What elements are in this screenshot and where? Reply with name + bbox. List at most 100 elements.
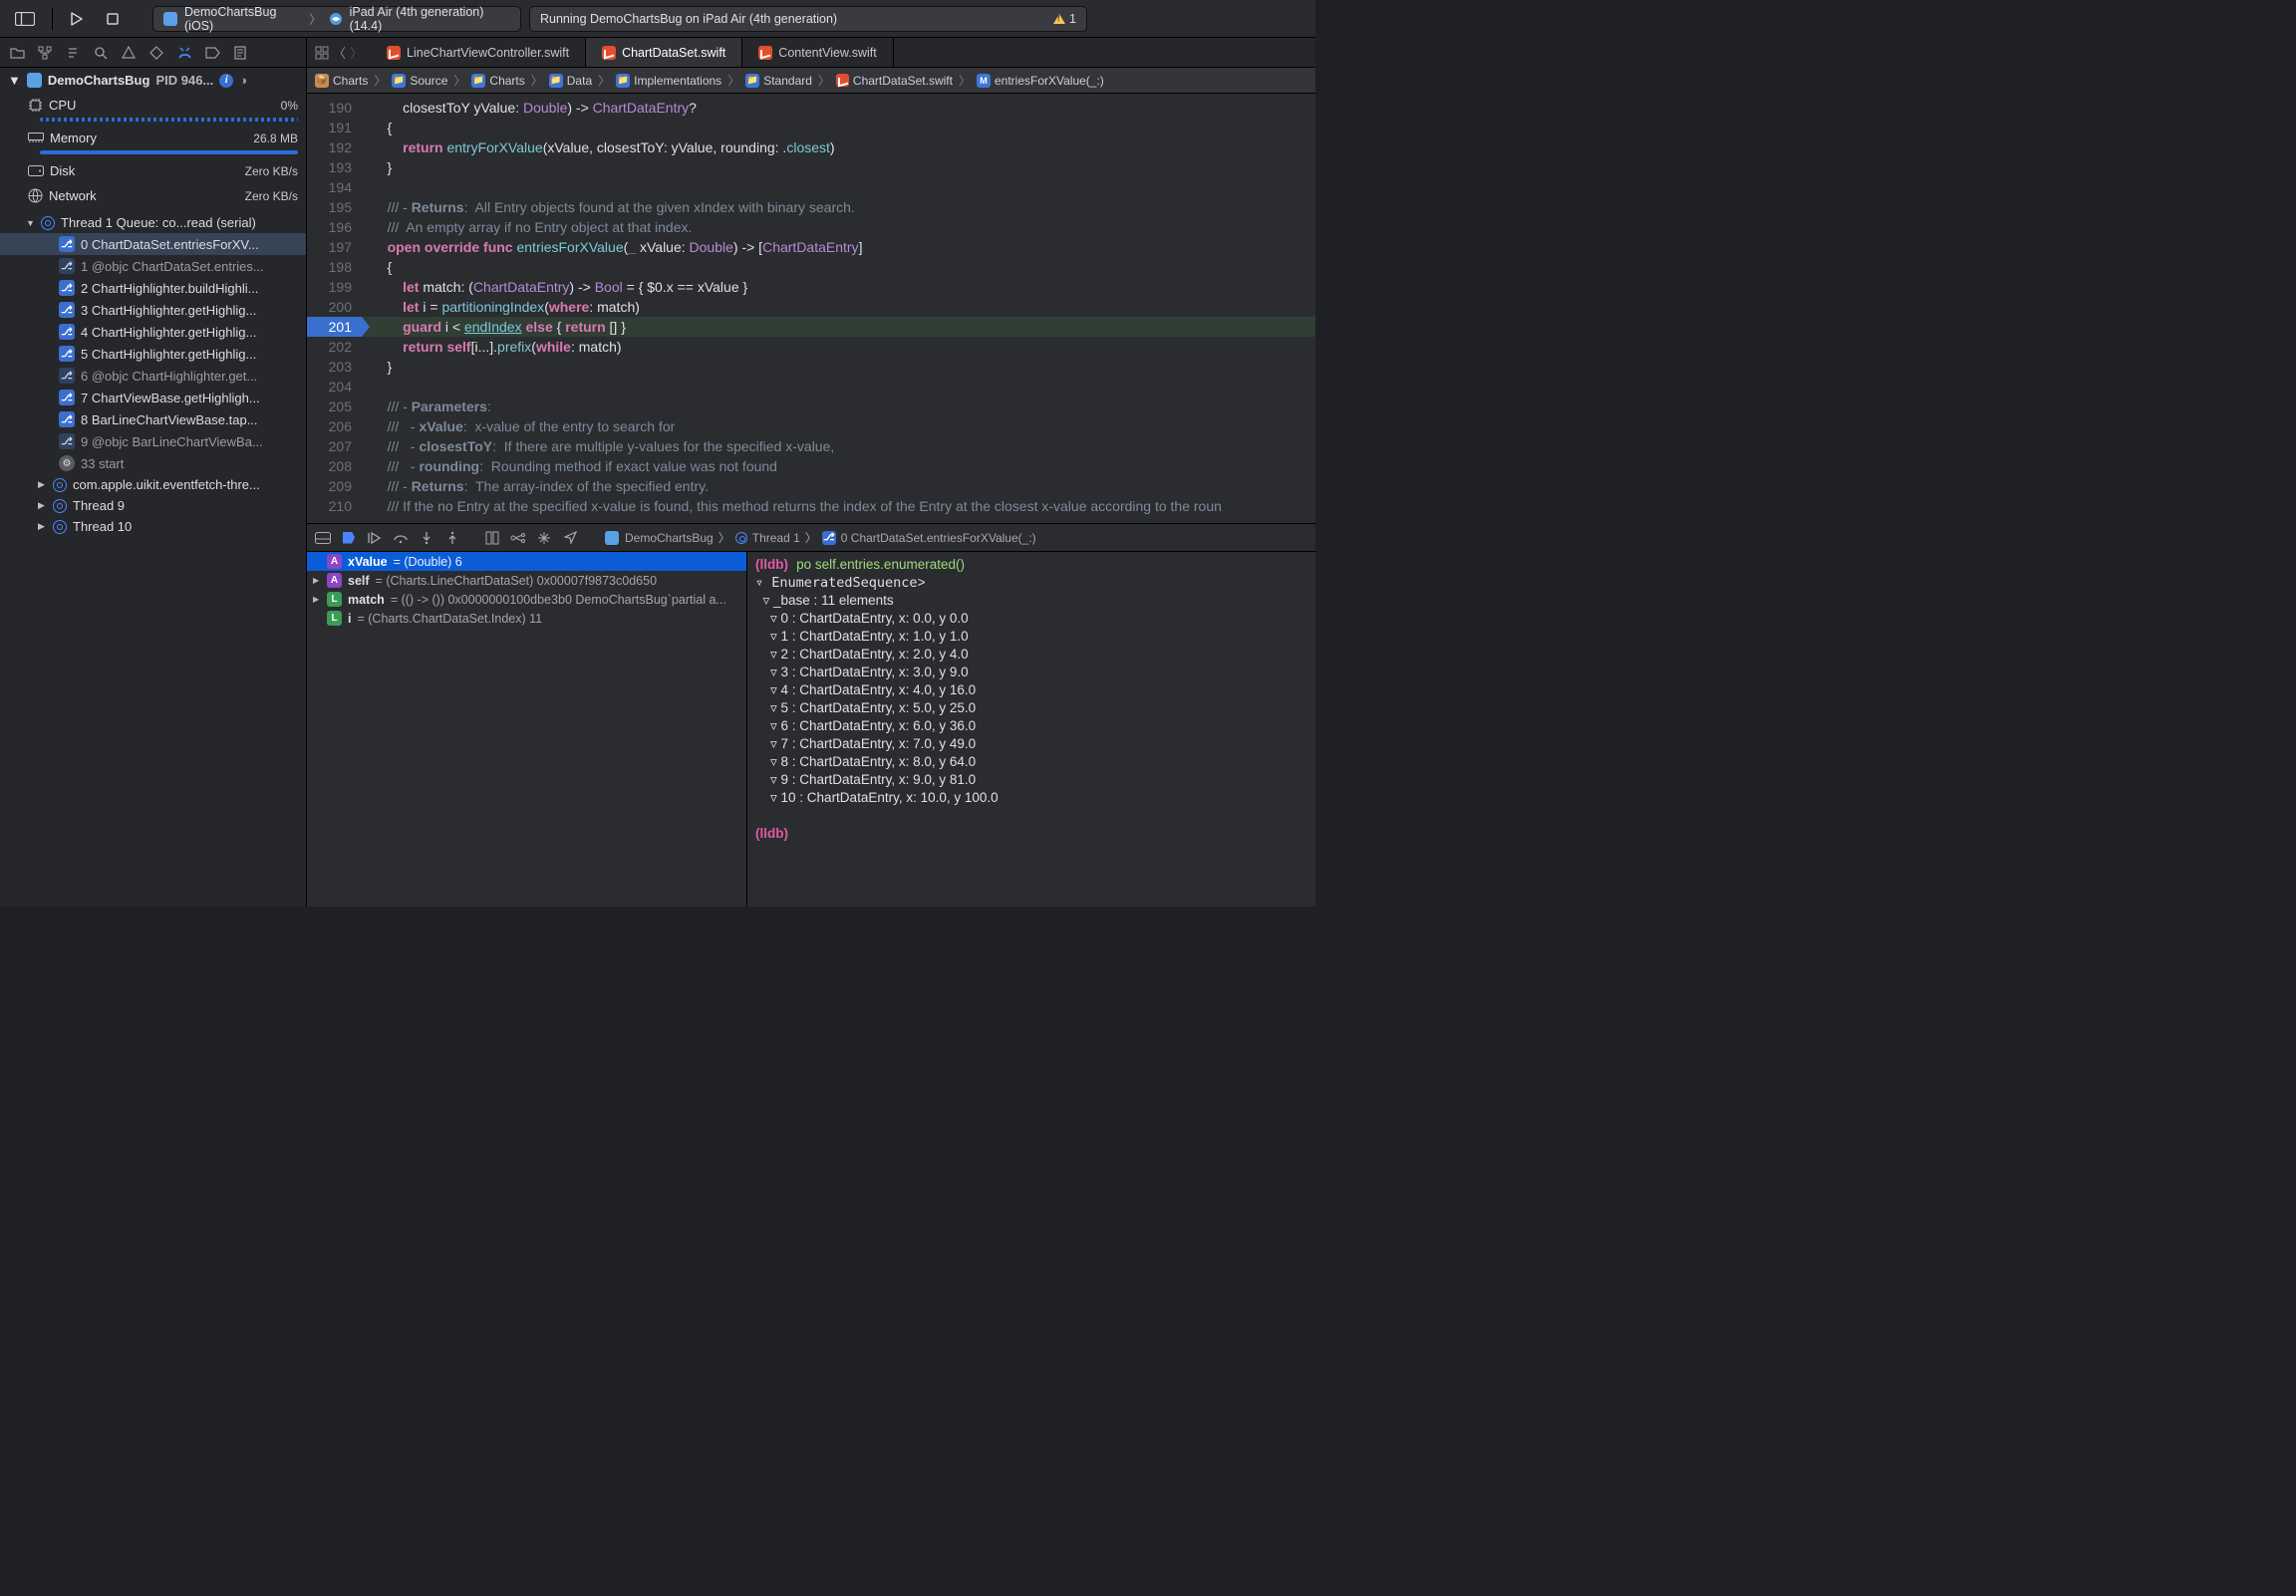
find-nav-icon[interactable] — [92, 44, 110, 62]
code-editor[interactable]: 1901911921931941951961971981992002012022… — [307, 94, 1315, 523]
step-over-button[interactable] — [393, 530, 409, 546]
editor-tab[interactable]: ChartDataSet.swift — [586, 38, 742, 67]
bc-frame: 0 ChartDataSet.entriesForXValue(_:) — [841, 531, 1036, 545]
frame-icon: ⎇ — [59, 302, 75, 318]
thread-row[interactable]: ▶ Thread 10 — [0, 516, 306, 537]
options-icon[interactable]: ◑ — [239, 73, 247, 88]
jumpbar-item[interactable]: ChartDataSet.swift — [853, 74, 953, 88]
step-into-button[interactable] — [419, 530, 434, 546]
folder-nav-icon[interactable] — [8, 44, 26, 62]
thread-row[interactable]: ▼ Thread 1 Queue: co...read (serial) — [0, 212, 306, 233]
related-items-icon[interactable] — [315, 46, 329, 60]
editor-tab[interactable]: LineChartViewController.swift — [371, 38, 586, 67]
source-control-icon[interactable] — [36, 44, 54, 62]
run-button[interactable] — [63, 7, 91, 31]
environment-icon[interactable] — [536, 530, 552, 546]
memory-graph-icon[interactable] — [510, 530, 526, 546]
stack-frame-row[interactable]: ▶⎇4 ChartHighlighter.getHighlig... — [0, 321, 306, 343]
metric-label: CPU — [49, 98, 76, 113]
jumpbar-item[interactable]: Charts — [333, 74, 368, 88]
issue-nav-icon[interactable] — [120, 44, 138, 62]
scheme-label: DemoChartsBug (iOS) — [184, 5, 302, 33]
frame-icon: ⎇ — [59, 411, 75, 427]
stack-frame-row[interactable]: ▶⎇9 @objc BarLineChartViewBa... — [0, 430, 306, 452]
stack-frame-row[interactable]: ▶⎇0 ChartDataSet.entriesForXV... — [0, 233, 306, 255]
status-text: Running DemoChartsBug on iPad Air (4th g… — [540, 12, 837, 26]
stack-frame-row[interactable]: ▶⎇2 ChartHighlighter.buildHighli... — [0, 277, 306, 299]
frame-label: 2 ChartHighlighter.buildHighli... — [81, 281, 258, 296]
hide-debug-icon[interactable] — [315, 530, 331, 546]
debug-breadcrumb[interactable]: DemoChartsBug〉 Thread 1〉 ⎇ 0 ChartDataSe… — [604, 529, 1036, 546]
disk-metric[interactable]: Disk Zero KB/s — [0, 158, 306, 183]
debug-navigator: ▼ DemoChartsBug PID 946... i ◑ CPU 0% Me… — [0, 38, 307, 907]
bc-thread: Thread 1 — [752, 531, 800, 545]
stop-button[interactable] — [99, 7, 127, 31]
jumpbar-item[interactable]: Standard — [763, 74, 812, 88]
gear-icon: ⚙ — [59, 455, 75, 471]
warning-indicator[interactable]: 1 — [1053, 12, 1076, 26]
variable-row[interactable]: Li = (Charts.ChartDataSet.Index) 11 — [307, 609, 746, 628]
network-icon — [28, 188, 43, 203]
stack-frame-row[interactable]: ▶⎇6 @objc ChartHighlighter.get... — [0, 365, 306, 387]
jumpbar-item[interactable]: Data — [567, 74, 592, 88]
scheme-selector[interactable]: DemoChartsBug (iOS) 〉 iPad Air (4th gene… — [152, 6, 521, 32]
variable-row[interactable]: ▶Aself = (Charts.LineChartDataSet) 0x000… — [307, 571, 746, 590]
memory-metric[interactable]: Memory 26.8 MB — [0, 126, 306, 150]
debug-nav-icon[interactable] — [175, 44, 193, 62]
jumpbar-item[interactable]: Implementations — [634, 74, 721, 88]
stack-frame-row[interactable]: ▶⎇5 ChartHighlighter.getHighlig... — [0, 343, 306, 365]
stack-frame-row[interactable]: ▶⎇8 BarLineChartViewBase.tap... — [0, 408, 306, 430]
test-nav-icon[interactable] — [147, 44, 165, 62]
symbol-nav-icon[interactable] — [64, 44, 82, 62]
variable-row[interactable]: AxValue = (Double) 6 — [307, 552, 746, 571]
jumpbar-item[interactable]: Source — [410, 74, 447, 88]
step-out-button[interactable] — [444, 530, 460, 546]
disclosure-icon[interactable]: ▶ — [313, 595, 321, 604]
process-name: DemoChartsBug — [48, 73, 150, 88]
report-nav-icon[interactable] — [231, 44, 249, 62]
jumpbar-item[interactable]: entriesForXValue(_:) — [995, 74, 1104, 88]
breakpoint-nav-icon[interactable] — [203, 44, 221, 62]
sidebar-toggle-button[interactable] — [8, 7, 42, 31]
folder-icon: 📁 — [471, 74, 485, 88]
network-metric[interactable]: Network Zero KB/s — [0, 183, 306, 208]
view-debug-icon[interactable] — [484, 530, 500, 546]
info-icon[interactable]: i — [219, 74, 233, 88]
frame-icon: ⎇ — [59, 433, 75, 449]
editor-tabs: 〈 〉 LineChartViewController.swift ChartD… — [307, 38, 1315, 68]
swift-icon — [602, 46, 616, 60]
variables-view[interactable]: AxValue = (Double) 6▶Aself = (Charts.Lin… — [307, 552, 747, 907]
back-button[interactable]: 〈 — [333, 43, 346, 62]
stack-frame-row[interactable]: ▶⎇1 @objc ChartDataSet.entries... — [0, 255, 306, 277]
breakpoint-toggle[interactable] — [341, 530, 357, 546]
swift-icon — [758, 46, 772, 60]
activity-status[interactable]: Running DemoChartsBug on iPad Air (4th g… — [529, 6, 1087, 32]
process-header[interactable]: ▼ DemoChartsBug PID 946... i ◑ — [0, 68, 306, 93]
var-name: i — [348, 612, 351, 626]
thread-row[interactable]: ▶ com.apple.uikit.eventfetch-thre... — [0, 474, 306, 495]
stack-frame-row[interactable]: ▶⎇3 ChartHighlighter.getHighlig... — [0, 299, 306, 321]
cpu-metric[interactable]: CPU 0% — [0, 93, 306, 118]
stack-frame-row[interactable]: ▶⚙33 start — [0, 452, 306, 474]
stack-frame-row[interactable]: ▶⎇7 ChartViewBase.getHighligh... — [0, 387, 306, 408]
disclosure-icon[interactable]: ▶ — [313, 576, 321, 585]
editor-tab[interactable]: ContentView.swift — [742, 38, 893, 67]
disclosure-icon[interactable]: ▼ — [8, 73, 21, 88]
location-icon[interactable] — [562, 530, 578, 546]
forward-button[interactable]: 〉 — [350, 43, 363, 62]
continue-button[interactable] — [367, 530, 383, 546]
frame-label: 33 start — [81, 456, 124, 471]
jumpbar-item[interactable]: Charts — [489, 74, 524, 88]
thread-row[interactable]: ▶ Thread 9 — [0, 495, 306, 516]
code-content[interactable]: closestToY yValue: Double) -> ChartDataE… — [362, 94, 1315, 523]
separator — [52, 8, 53, 30]
tab-label: LineChartViewController.swift — [407, 46, 569, 60]
lldb-console[interactable]: (lldb) po self.entries.enumerated() ▿ En… — [747, 552, 1315, 907]
frame-label: 9 @objc BarLineChartViewBa... — [81, 434, 263, 449]
var-name: self — [348, 574, 370, 588]
jump-bar[interactable]: 📦 Charts〉 📁 Source〉 📁 Charts〉 📁 Data〉 📁 … — [307, 68, 1315, 94]
variable-row[interactable]: ▶Lmatch = (() -> ()) 0x0000000100dbe3b0 … — [307, 590, 746, 609]
folder-icon: 📁 — [392, 74, 406, 88]
frame-label: 7 ChartViewBase.getHighligh... — [81, 391, 260, 405]
app-icon — [604, 530, 620, 546]
